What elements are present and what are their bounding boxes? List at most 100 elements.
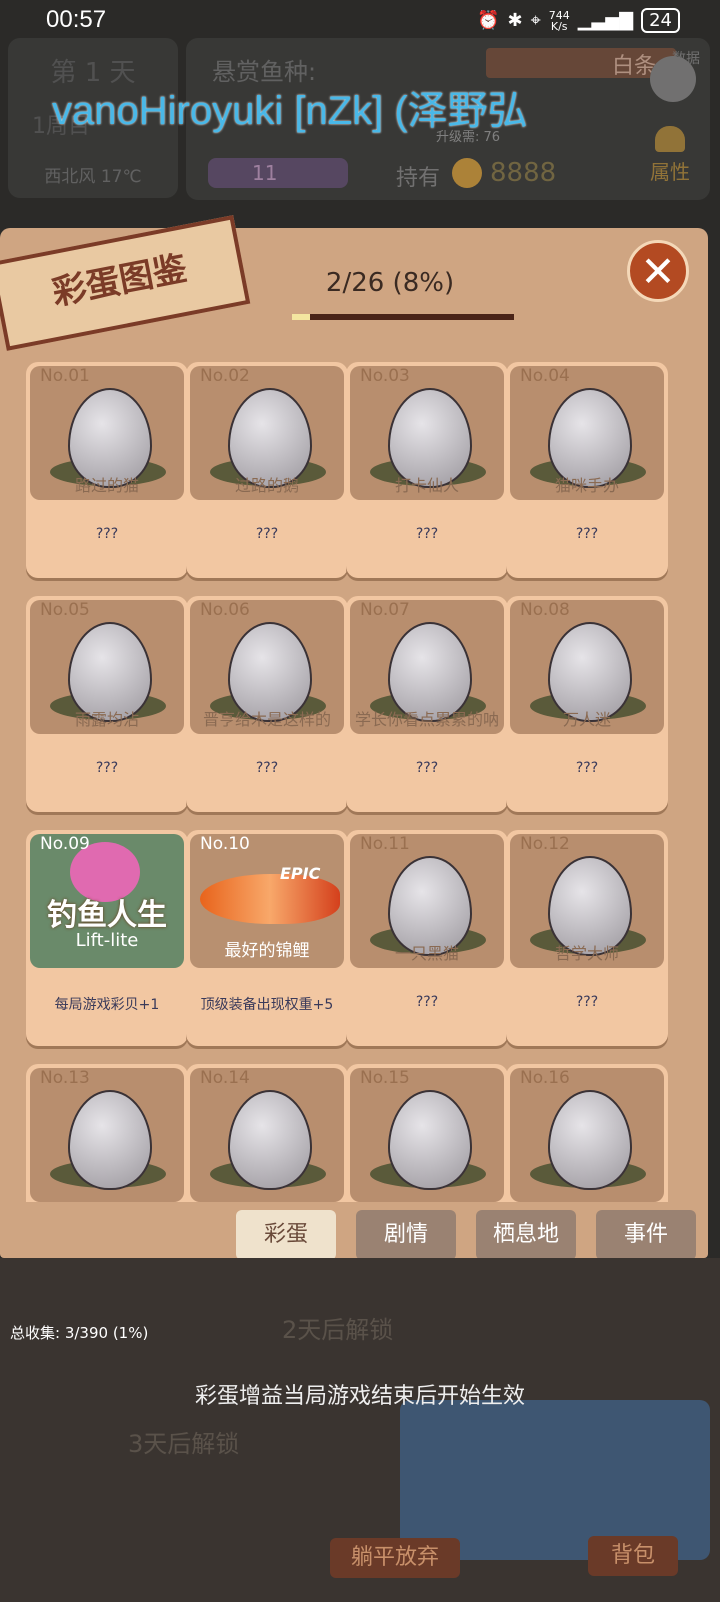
bag-button[interactable]: 背包 xyxy=(588,1536,678,1576)
tab-1[interactable]: 剧情 xyxy=(356,1210,456,1260)
card-description: ??? xyxy=(255,526,279,542)
card-art-subtitle: Lift-lite xyxy=(75,930,139,951)
card-art-title: 钓鱼人生 xyxy=(47,898,167,933)
card-number: No.16 xyxy=(520,1068,570,1088)
weather-label: 西北风 17℃ xyxy=(44,167,142,187)
egg-icon xyxy=(228,1090,312,1190)
egg-icon xyxy=(68,1090,152,1190)
egg-icon xyxy=(388,1090,472,1190)
status-icons: ⏰ ✱ ⌖ 744 K/s ▁▃▅▇ 24 xyxy=(477,8,680,33)
egg-name: 学长你看点累累的呐 xyxy=(354,710,499,729)
card-description: ??? xyxy=(95,760,119,776)
egg-card[interactable]: EPIC 最好的锦鲤 No.10 顶级装备出现权重+5 xyxy=(186,830,348,1046)
card-number: No.02 xyxy=(200,366,250,386)
egg-card[interactable]: 哲学大师 No.12??? xyxy=(506,830,668,1046)
battery-indicator: 24 xyxy=(641,8,680,33)
card-number: No.14 xyxy=(200,1068,250,1088)
egg-card[interactable]: No.13 xyxy=(26,1064,188,1202)
egg-name: 过路的鹅 xyxy=(234,476,299,495)
card-thumbnail: 万人迷 xyxy=(510,600,664,734)
egg-card[interactable]: 万人迷 No.08??? xyxy=(506,596,668,812)
egg-name: 一只黑猫 xyxy=(394,944,459,963)
card-number: No.01 xyxy=(40,366,90,386)
egg-name: 猫咪手办 xyxy=(554,476,619,495)
egg-card[interactable]: 猫咪手办 No.04??? xyxy=(506,362,668,578)
egg-name: 路过的猫 xyxy=(74,476,139,495)
card-thumbnail xyxy=(30,1068,184,1202)
collection-progress-text: 2/26 (8%) xyxy=(325,268,455,298)
card-thumbnail: 哲学大师 xyxy=(510,834,664,968)
shell-counter: 11 xyxy=(208,158,348,188)
card-number: No.10 xyxy=(200,834,250,854)
card-thumbnail: 学长你看点累累的呐 xyxy=(350,600,504,734)
collection-progress-bar xyxy=(292,314,514,320)
egg-card[interactable]: 雨露均沾 No.05??? xyxy=(26,596,188,812)
attributes-button[interactable]: 属性 xyxy=(646,126,694,185)
attributes-label: 属性 xyxy=(650,160,690,184)
tab-bar: 彩蛋 剧情 栖息地 事件 xyxy=(236,1210,696,1260)
card-description: 每局游戏彩贝+1 xyxy=(54,997,160,1013)
card-thumbnail: 路过的猫 xyxy=(30,366,184,500)
card-number: No.12 xyxy=(520,834,570,854)
egg-card[interactable]: No.16 xyxy=(506,1064,668,1202)
person-icon xyxy=(655,126,685,152)
epic-badge: EPIC xyxy=(280,864,321,883)
egg-name: 晋亨给木是这样的 xyxy=(202,710,331,729)
card-thumbnail: 猫咪手办 xyxy=(510,366,664,500)
tab-2[interactable]: 栖息地 xyxy=(476,1210,576,1260)
card-number: No.03 xyxy=(360,366,410,386)
alarm-icon: ⏰ xyxy=(477,10,500,31)
egg-grid[interactable]: 路过的猫 No.01??? 过路的鹅 No.02??? 打卡仙人 No.03??? 猫咪手办… xyxy=(26,362,694,1202)
network-speed: 744 K/s xyxy=(548,8,570,33)
close-button[interactable]: ✕ xyxy=(627,240,689,302)
egg-card[interactable]: 晋亨给木是这样的 No.06??? xyxy=(186,596,348,812)
egg-card[interactable]: 路过的猫 No.01??? xyxy=(26,362,188,578)
card-number: No.04 xyxy=(520,366,570,386)
card-description: ??? xyxy=(575,760,599,776)
coin-icon xyxy=(452,158,482,188)
card-number: No.08 xyxy=(520,600,570,620)
card-thumbnail xyxy=(350,1068,504,1202)
card-number: No.15 xyxy=(360,1068,410,1088)
status-bar: 00:57 ⏰ ✱ ⌖ 744 K/s ▁▃▅▇ 24 xyxy=(0,0,720,42)
egg-icon xyxy=(548,1090,632,1190)
egg-name: 雨露均沾 xyxy=(74,710,139,729)
card-number: No.06 xyxy=(200,600,250,620)
egg-card[interactable]: 打卡仙人 No.03??? xyxy=(346,362,508,578)
egg-card[interactable]: 一只黑猫 No.11??? xyxy=(346,830,508,1046)
tab-3[interactable]: 事件 xyxy=(596,1210,696,1260)
card-number: No.11 xyxy=(360,834,410,854)
card-description: ??? xyxy=(575,994,599,1010)
hold-label: 持有 xyxy=(396,166,441,191)
card-description: ??? xyxy=(415,760,439,776)
clock: 00:57 xyxy=(46,6,107,33)
egg-card[interactable]: No.14 xyxy=(186,1064,348,1202)
egg-card[interactable]: No.15 xyxy=(346,1064,508,1202)
card-number: No.07 xyxy=(360,600,410,620)
card-thumbnail xyxy=(510,1068,664,1202)
card-thumbnail: 雨露均沾 xyxy=(30,600,184,734)
card-number: No.13 xyxy=(40,1068,90,1088)
unlock-timer-2: 2天后解锁 xyxy=(282,1316,394,1344)
reward-fish: 白条 xyxy=(486,48,676,79)
give-up-button[interactable]: 躺平放弃 xyxy=(330,1538,460,1578)
card-description: ??? xyxy=(575,526,599,542)
card-number: No.09 xyxy=(40,834,90,854)
card-number: No.05 xyxy=(40,600,90,620)
buff-hint: 彩蛋增益当局游戏结束后开始生效 xyxy=(194,1384,525,1409)
egg-card[interactable]: 过路的鹅 No.02??? xyxy=(186,362,348,578)
gear-icon[interactable] xyxy=(650,56,696,102)
egg-card[interactable]: 学长你看点累累的呐 No.07??? xyxy=(346,596,508,812)
watermark: vanoHiroyuki [nZk] (泽野弘 xyxy=(52,89,528,133)
card-description: ??? xyxy=(415,526,439,542)
location-icon: ⌖ xyxy=(530,10,541,31)
card-thumbnail: 钓鱼人生 Lift-lite xyxy=(30,834,184,968)
card-thumbnail: 打卡仙人 xyxy=(350,366,504,500)
card-thumbnail: 一只黑猫 xyxy=(350,834,504,968)
card-thumbnail: 过路的鹅 xyxy=(190,366,344,500)
progress-fill xyxy=(292,314,310,320)
egg-card[interactable]: 钓鱼人生 Lift-lite No.09 每局游戏彩贝+1 xyxy=(26,830,188,1046)
bluetooth-icon: ✱ xyxy=(507,10,523,31)
card-description: 顶级装备出现权重+5 xyxy=(200,997,334,1013)
tab-0[interactable]: 彩蛋 xyxy=(236,1210,336,1260)
